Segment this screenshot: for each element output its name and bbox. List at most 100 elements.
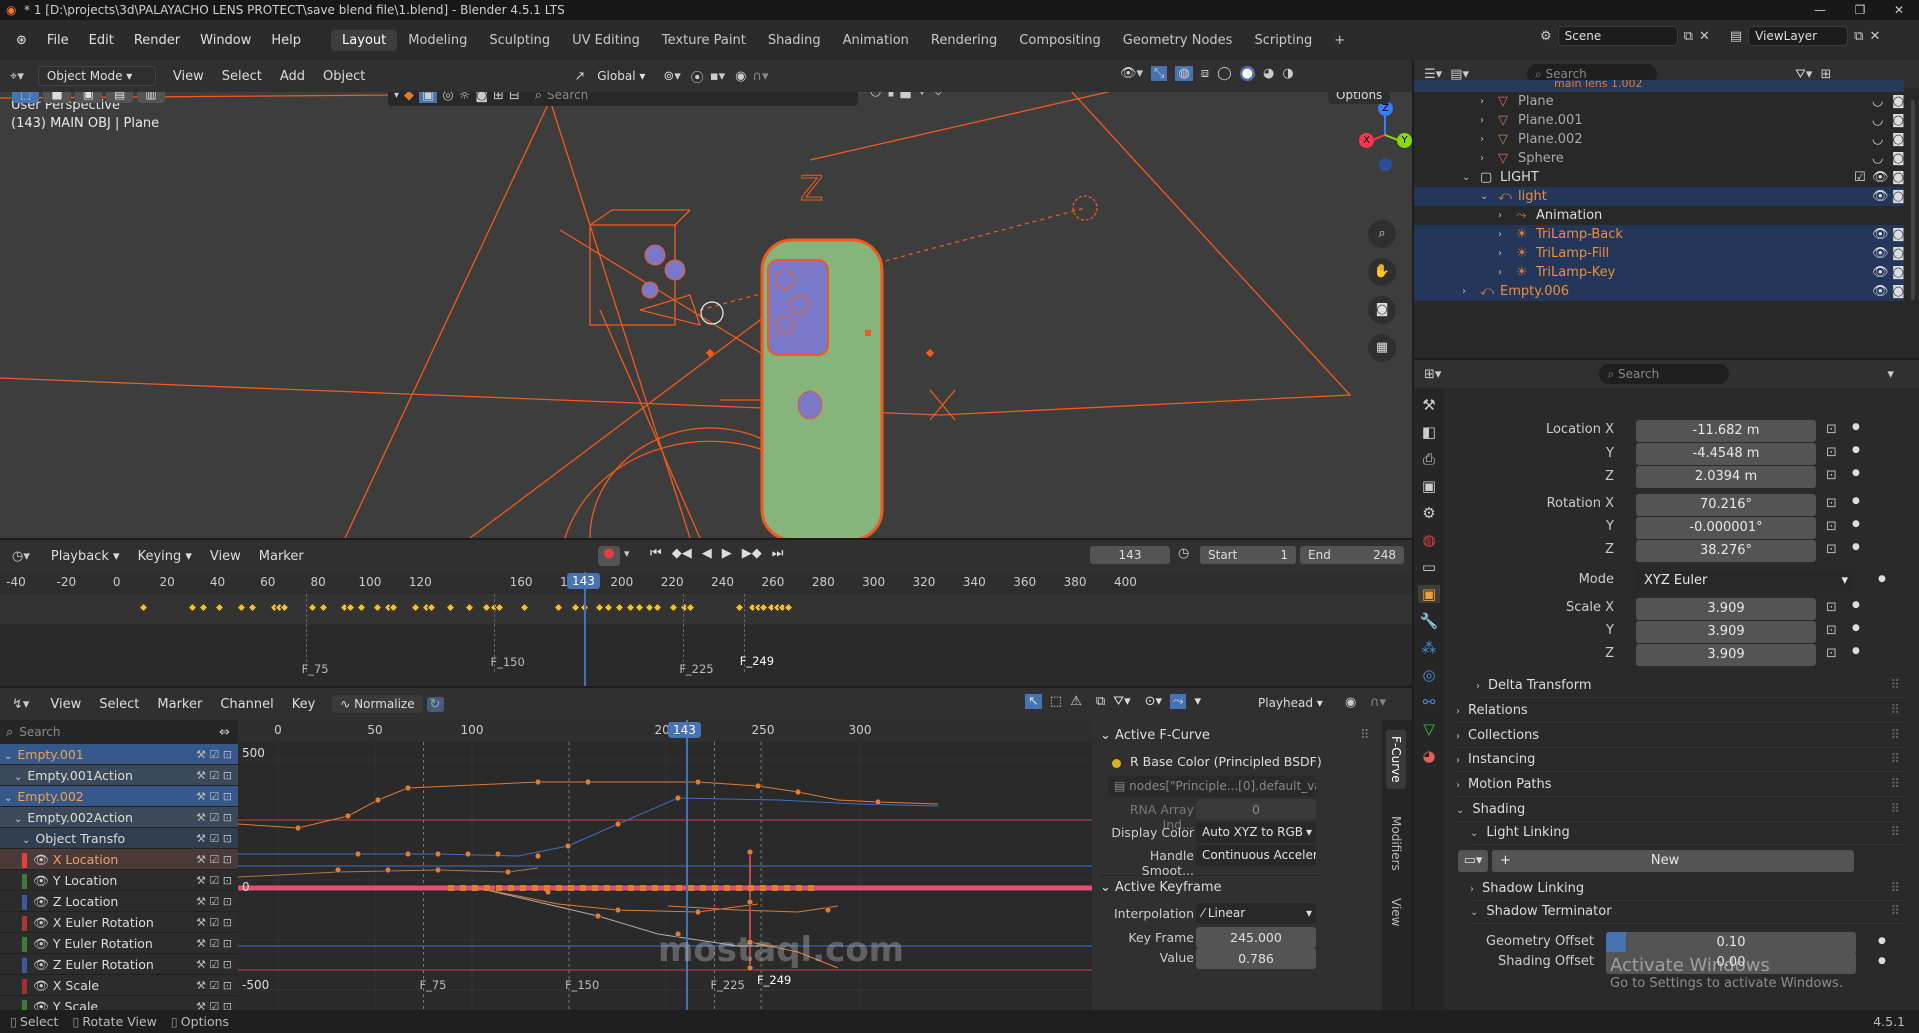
channel-list[interactable]: ⌕ Search ⇔ ⌄ Empty.001 ⚒ ☑ ⊡ ⌄ Empty.001Acti… bbox=[0, 720, 238, 1010]
graph-keyframe[interactable] bbox=[664, 885, 670, 891]
graph-keyframe[interactable] bbox=[494, 850, 502, 858]
graph-editor-icon[interactable]: ↯▾ bbox=[12, 697, 29, 712]
graph-keyframe[interactable] bbox=[772, 885, 778, 891]
end-frame-field[interactable]: End 248 bbox=[1300, 546, 1404, 564]
lock-icon[interactable]: ⊡ bbox=[1826, 468, 1837, 483]
outliner-label[interactable]: light bbox=[1518, 187, 1547, 206]
add-workspace-button[interactable]: + bbox=[1323, 30, 1356, 51]
channel-row[interactable]: ⌄ Object Transfo ⚒ ☑ ⊡ bbox=[0, 828, 238, 849]
graph-keyframe[interactable] bbox=[700, 885, 706, 891]
channel-visibility-icon[interactable]: 👁 bbox=[33, 936, 49, 951]
panel-section[interactable]: › Collections ⠿ bbox=[1456, 728, 1904, 748]
tab-view[interactable]: View bbox=[1386, 892, 1406, 932]
render-camera-icon[interactable]: ◙ bbox=[1892, 168, 1905, 187]
snap-dropdown-icon[interactable]: ▾ bbox=[1194, 694, 1201, 709]
rna-index-field[interactable]: 0 bbox=[1196, 799, 1316, 820]
properties-editor[interactable]: ⊞▾ ⌕ Search ▾ ⚒ ◧ ⎙ ▣ ⚙ ◍ ▭ ▣ 🔧 ⁂ ◎ ⚯ ▽ … bbox=[1414, 360, 1919, 1010]
keyframe-dot-icon[interactable]: ● bbox=[1852, 542, 1860, 552]
graph-keyframe[interactable] bbox=[508, 885, 514, 891]
outliner-scrollbar[interactable] bbox=[1911, 100, 1915, 300]
expand-chevron-icon[interactable]: ⌄ bbox=[4, 751, 12, 762]
close-button[interactable]: ✕ bbox=[1879, 0, 1919, 20]
jump-keyframe-back-icon[interactable]: ◆◀ bbox=[672, 546, 692, 561]
graph-keyframe[interactable] bbox=[640, 885, 646, 891]
falloff-icon[interactable]: ∩▾ bbox=[753, 69, 769, 84]
channel-row[interactable]: 👁 X Euler Rotation ⚒ ☑ ⊡ bbox=[0, 912, 238, 933]
tab-layout[interactable]: Layout bbox=[331, 29, 398, 51]
graph-keyframe[interactable] bbox=[616, 885, 622, 891]
graph-playhead-frame[interactable]: 143 bbox=[668, 722, 701, 738]
expand-chevron-icon[interactable]: › bbox=[1498, 225, 1502, 244]
rotation-y-field[interactable]: -0.000001° bbox=[1636, 517, 1816, 539]
channel-lock-icons[interactable]: ⚒ ☑ ⊡ bbox=[196, 807, 232, 828]
tab-geometry-nodes[interactable]: Geometry Nodes bbox=[1112, 30, 1244, 51]
graph-keyframe[interactable] bbox=[568, 885, 574, 891]
key-value-field[interactable]: 0.786 bbox=[1196, 948, 1316, 969]
object-tab-icon[interactable]: ▣ bbox=[1417, 585, 1441, 603]
minimize-button[interactable]: — bbox=[1800, 0, 1840, 20]
channel-row[interactable]: 👁 Z Euler Rotation ⚒ ☑ ⊡ bbox=[0, 954, 238, 975]
tab-compositing[interactable]: Compositing bbox=[1008, 30, 1112, 51]
channel-lock-icons[interactable]: ⚒ ☑ ⊡ bbox=[196, 954, 232, 975]
gizmo-toggle-icon[interactable]: ⤡ bbox=[1151, 66, 1168, 81]
solid-shading-icon[interactable]: ● bbox=[1239, 66, 1255, 81]
geometry-offset-field[interactable]: 0.10 bbox=[1606, 932, 1856, 954]
channel-row[interactable]: ⌄ Empty.002Action ⚒ ☑ ⊡ bbox=[0, 807, 238, 828]
outliner-label[interactable]: TriLamp-Key bbox=[1536, 263, 1615, 282]
menu-window[interactable]: Window bbox=[190, 33, 261, 48]
only-selected-icon[interactable]: ↖ bbox=[1025, 694, 1042, 709]
graph-keyframe[interactable] bbox=[760, 885, 766, 891]
render-camera-icon[interactable]: ◙ bbox=[1892, 92, 1905, 111]
pivot-point-icon[interactable]: ⊙▾ bbox=[1145, 694, 1162, 709]
channel-visibility-icon[interactable]: 👁 bbox=[33, 978, 49, 993]
lock-icon[interactable]: ⊡ bbox=[1826, 422, 1837, 437]
collection-tab-icon[interactable]: ▭ bbox=[1422, 558, 1436, 576]
lock-icon[interactable]: ⊡ bbox=[1826, 519, 1837, 534]
channel-visibility-icon[interactable]: 👁 bbox=[33, 915, 49, 930]
channel-lock-icons[interactable]: ⚒ ☑ ⊡ bbox=[196, 933, 232, 954]
expand-chevron-icon[interactable]: › bbox=[1480, 111, 1484, 130]
graph-keyframe[interactable] bbox=[808, 885, 814, 891]
graph-keyframe[interactable] bbox=[384, 866, 392, 874]
graph-menu-view[interactable]: View bbox=[41, 697, 90, 712]
channel-lock-icons[interactable]: ⚒ ☑ ⊡ bbox=[196, 849, 232, 870]
physics-tab-icon[interactable]: ◎ bbox=[1422, 666, 1435, 684]
location-y-field[interactable]: -4.4548 m bbox=[1636, 443, 1816, 465]
channel-visibility-icon[interactable]: 👁 bbox=[33, 957, 49, 972]
channel-visibility-icon[interactable]: 👁 bbox=[33, 999, 49, 1010]
viewport-menu-object[interactable]: Object bbox=[314, 69, 374, 84]
channel-search-input[interactable]: Search bbox=[19, 725, 213, 739]
outliner-label[interactable]: Plane.001 bbox=[1518, 111, 1583, 130]
warning-icon[interactable]: ⚠ bbox=[1070, 694, 1082, 709]
modifier-tab-icon[interactable]: 🔧 bbox=[1420, 612, 1439, 630]
rendered-shading-icon[interactable]: ◑ bbox=[1282, 66, 1293, 81]
proportional-edit-icon[interactable]: ◉ bbox=[1345, 695, 1356, 710]
graph-keyframe[interactable] bbox=[532, 885, 538, 891]
scene-icon[interactable]: ⚙ bbox=[1540, 29, 1552, 44]
expand-chevron-icon[interactable]: › bbox=[1498, 206, 1502, 225]
outliner-row[interactable]: › ⤳ Animation bbox=[1414, 206, 1904, 225]
channel-lock-icons[interactable]: ⚒ ☑ ⊡ bbox=[196, 870, 232, 891]
outliner-label[interactable]: Sphere bbox=[1518, 149, 1564, 168]
channel-lock-icons[interactable]: ⚒ ☑ ⊡ bbox=[196, 975, 232, 996]
location-x-field[interactable]: -11.682 m bbox=[1636, 420, 1816, 442]
lock-icon[interactable]: ⊡ bbox=[1826, 623, 1837, 638]
graph-keyframe[interactable] bbox=[694, 908, 702, 916]
graph-menu-select[interactable]: Select bbox=[90, 697, 148, 712]
timeline-menu-marker[interactable]: Marker bbox=[250, 549, 313, 564]
tab-modeling[interactable]: Modeling bbox=[397, 30, 478, 51]
playhead-frame[interactable]: 143 bbox=[567, 573, 600, 589]
timeline-marker-label[interactable]: F_75 bbox=[302, 662, 329, 676]
stopwatch-icon[interactable]: ◷ bbox=[1178, 546, 1189, 561]
channel-visibility-icon[interactable]: 👁 bbox=[33, 852, 49, 867]
mode-dropdown[interactable]: Object Mode ▾ bbox=[37, 66, 156, 86]
tab-modifiers[interactable]: Modifiers bbox=[1386, 810, 1406, 877]
graph-keyframe[interactable] bbox=[628, 885, 634, 891]
graph-keyframe[interactable] bbox=[448, 885, 454, 891]
render-camera-icon[interactable]: ◙ bbox=[1892, 149, 1905, 168]
play-icon[interactable]: ▶ bbox=[722, 546, 732, 561]
viewport-menu-select[interactable]: Select bbox=[213, 69, 271, 84]
graph-keyframe[interactable] bbox=[614, 906, 622, 914]
data-path-field[interactable]: ▤ nodes["Principle...[0].default_value bbox=[1108, 776, 1316, 797]
graph-marker-label[interactable]: F_150 bbox=[565, 978, 599, 992]
